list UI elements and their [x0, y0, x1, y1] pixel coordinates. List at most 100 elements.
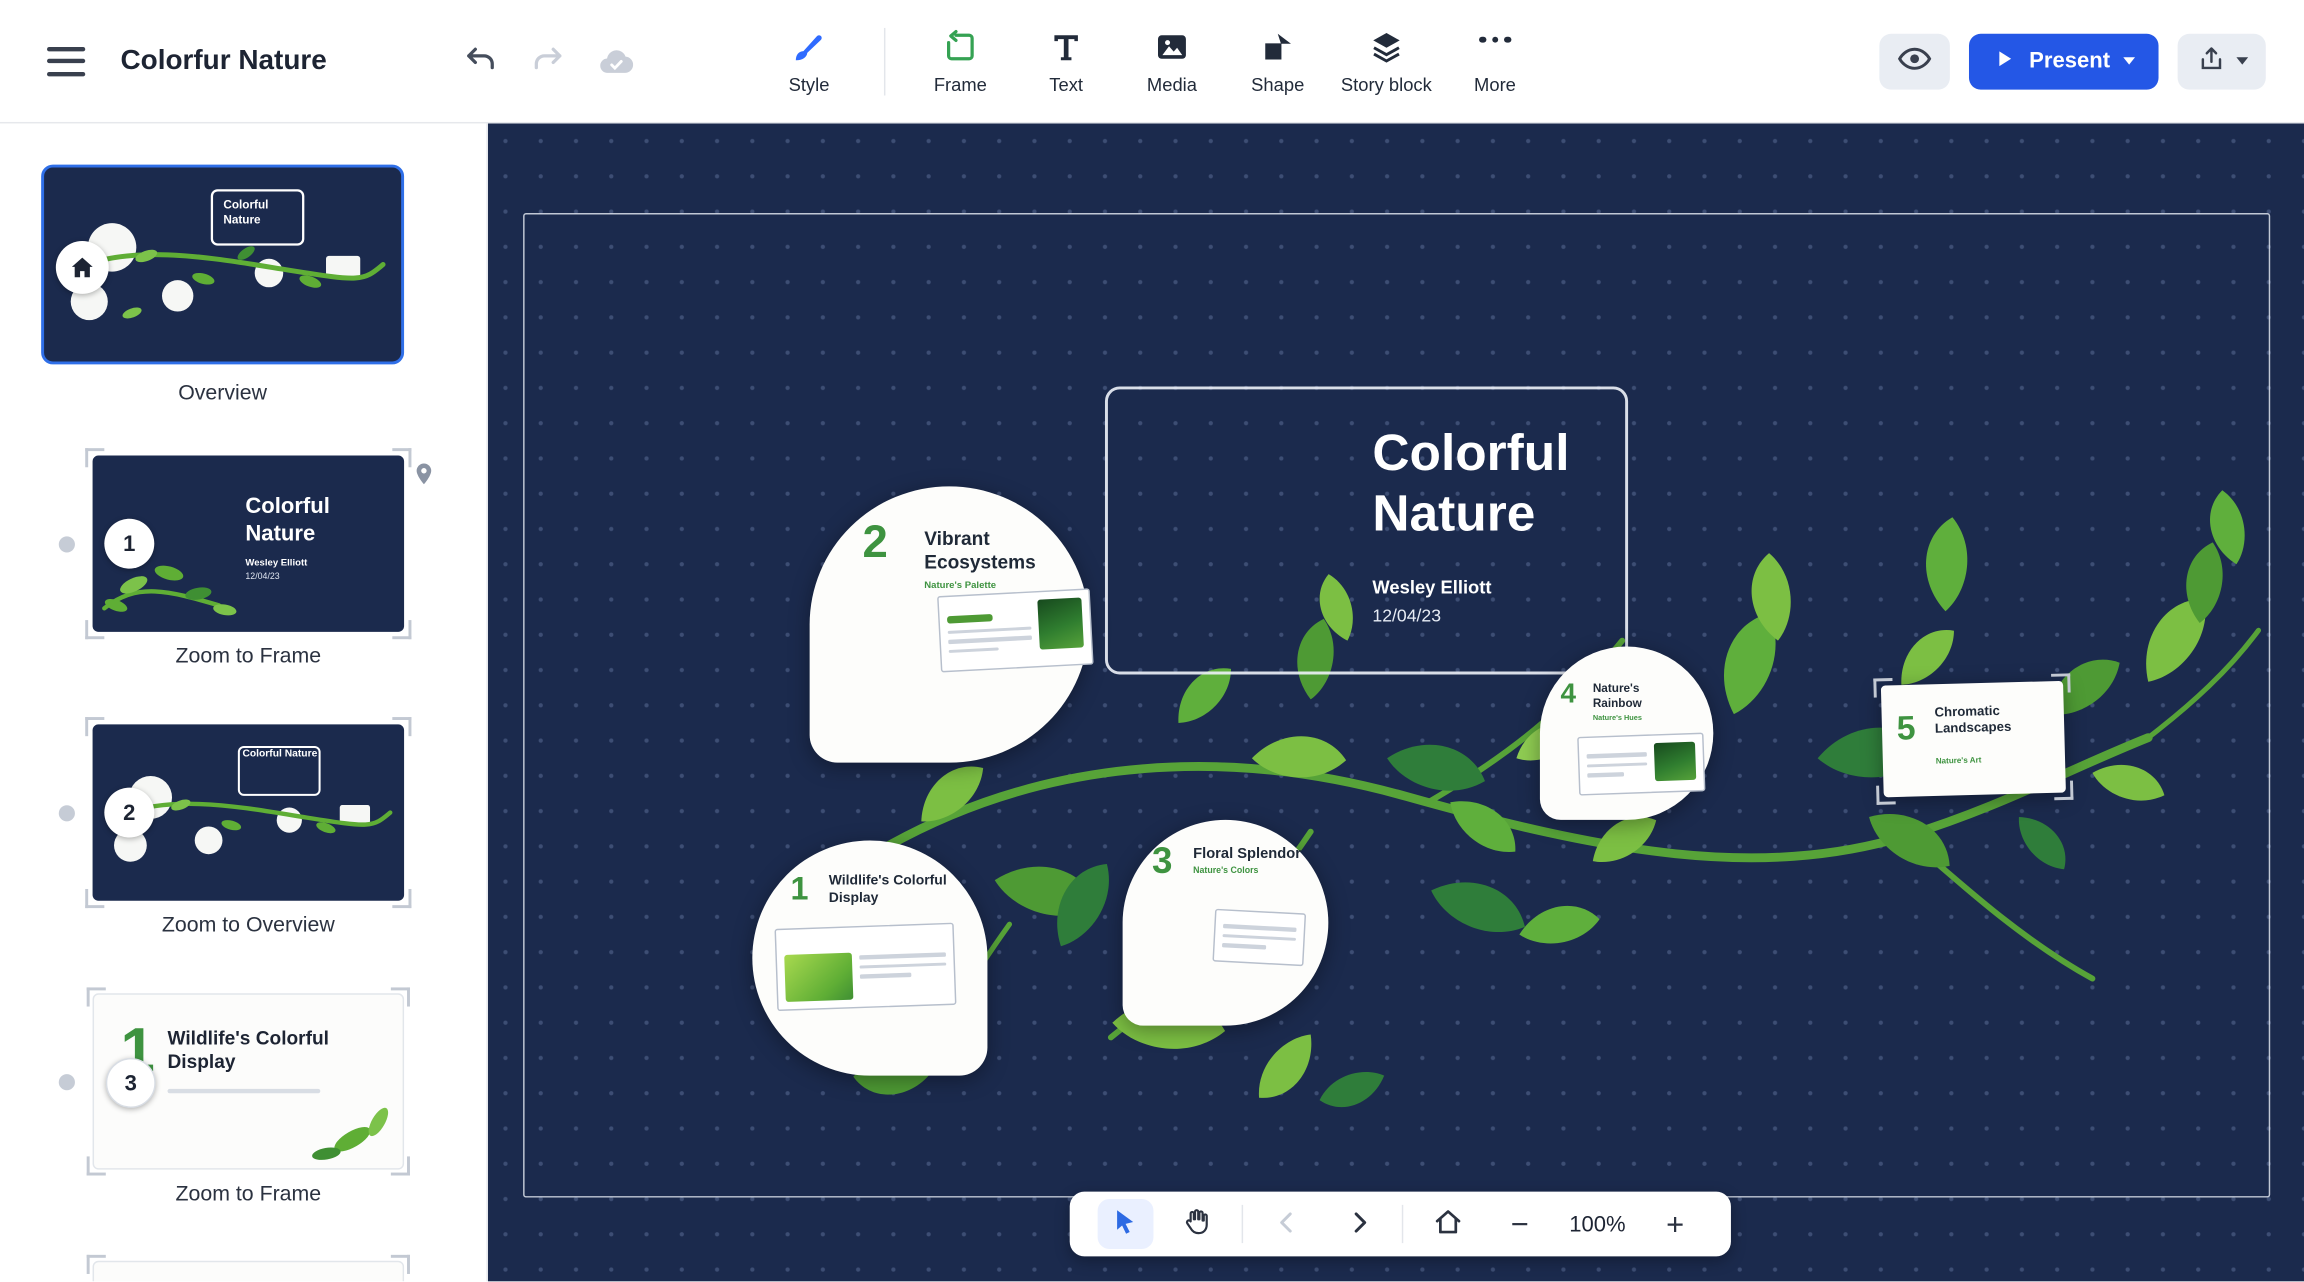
- topic-chromatic-landscapes[interactable]: 5 Chromatic Landscapes Nature's Art: [1881, 681, 2066, 797]
- play-icon: [1992, 46, 2016, 75]
- topic-floral-splendor[interactable]: 3 Floral Splendor Nature's Colors: [1123, 820, 1329, 1026]
- slide-3-action: Zoom to Frame: [93, 1183, 405, 1207]
- home-view-button[interactable]: [1420, 1199, 1476, 1249]
- nature-photo: [1037, 597, 1084, 649]
- next-step-button[interactable]: [1331, 1199, 1387, 1249]
- cloud-sync-icon: [597, 42, 635, 80]
- frame-icon: [943, 26, 978, 64]
- slide-3-thumb-title: Wildlife's Colorful Display: [168, 1027, 388, 1075]
- home-icon: [56, 241, 109, 294]
- path-dot: [59, 536, 75, 552]
- topic-vibrant-ecosystems[interactable]: 2 Vibrant Ecosystems Nature's Palette: [810, 486, 1089, 762]
- prezi-editor: Colorfur Nature Style: [0, 0, 2304, 1281]
- share-button[interactable]: [2178, 33, 2266, 89]
- slide-3-thumbnail[interactable]: 1 Wildlife's Colorful Display 3: [93, 993, 405, 1169]
- overview-label: Overview: [41, 382, 404, 406]
- preview-button[interactable]: [1879, 33, 1950, 89]
- topic-subslide-card[interactable]: [1577, 733, 1705, 796]
- slide-1-thumbnail[interactable]: Colorful Nature Wesley Elliott 12/04/23 …: [93, 456, 405, 632]
- slide-1-number-badge: 1: [104, 519, 154, 569]
- slide-3-number-badge: 3: [106, 1058, 156, 1108]
- topic-subslide-card[interactable]: [937, 588, 1094, 672]
- path-dot: [59, 805, 75, 821]
- tool-story-block[interactable]: Story block: [1341, 26, 1432, 95]
- tool-media[interactable]: Media: [1129, 26, 1214, 95]
- tool-more[interactable]: More: [1452, 26, 1537, 95]
- topic-natures-rainbow[interactable]: 4 Nature's Rainbow Nature's Hues: [1540, 647, 1713, 820]
- menu-button[interactable]: [47, 46, 85, 75]
- present-label: Present: [2029, 48, 2110, 73]
- document-title: Colorfur Nature: [120, 45, 326, 77]
- topic-title: Floral Splendor: [1193, 846, 1316, 864]
- chevron-left-icon: [1272, 1207, 1301, 1241]
- pan-tool-button[interactable]: [1169, 1199, 1225, 1249]
- topic-subtitle: Nature's Hues: [1593, 714, 1642, 723]
- slide-row-4: [0, 1261, 488, 1282]
- chevron-down-icon: [2236, 57, 2248, 64]
- title-frame[interactable]: Colorful Nature Wesley Elliott 12/04/23: [1105, 386, 1628, 674]
- tool-text[interactable]: Text: [1024, 26, 1109, 95]
- redo-button[interactable]: [530, 42, 568, 80]
- topic-number: 3: [1152, 840, 1172, 883]
- tool-media-label: Media: [1147, 75, 1197, 96]
- toolbar-divider: [884, 27, 885, 95]
- slide-4-thumbnail[interactable]: [93, 1261, 405, 1282]
- zoom-level: 100%: [1564, 1212, 1632, 1237]
- hand-icon: [1182, 1206, 1213, 1241]
- shape-icon: [1260, 26, 1295, 64]
- canvas-author: Wesley Elliott: [1372, 577, 1491, 598]
- topic-subtitle: Nature's Art: [1936, 757, 1982, 767]
- media-icon: [1154, 26, 1189, 64]
- tool-shape-label: Shape: [1251, 75, 1304, 96]
- story-block-icon: [1369, 26, 1404, 64]
- eye-icon: [1897, 41, 1932, 81]
- slide-2-number-badge: 2: [104, 788, 154, 838]
- zoom-in-button[interactable]: +: [1647, 1199, 1703, 1249]
- slides-sidebar: Colorful Nature Overview Colorful Nature: [0, 123, 488, 1281]
- text-icon: [1049, 26, 1084, 64]
- slide-1-thumb-date: 12/04/23: [245, 573, 279, 582]
- tool-story-block-label: Story block: [1341, 75, 1432, 96]
- present-button[interactable]: Present: [1969, 33, 2159, 89]
- tool-style[interactable]: Style: [766, 26, 851, 95]
- overview-thumbnail[interactable]: Colorful Nature: [41, 165, 404, 365]
- slide-1-action: Zoom to Frame: [93, 645, 405, 669]
- tool-frame[interactable]: Frame: [918, 26, 1003, 95]
- undo-button[interactable]: [462, 42, 500, 80]
- canvas-date: 12/04/23: [1372, 605, 1441, 626]
- nature-photo: [784, 953, 853, 1002]
- tool-frame-label: Frame: [934, 75, 987, 96]
- topic-subslide-card[interactable]: [774, 923, 956, 1011]
- zoom-out-button[interactable]: −: [1492, 1199, 1548, 1249]
- top-toolbar: Colorfur Nature Style: [0, 0, 2304, 123]
- chevron-right-icon: [1344, 1207, 1373, 1241]
- previous-step-button[interactable]: [1259, 1199, 1315, 1249]
- tool-more-label: More: [1474, 75, 1516, 96]
- canvas-nav-toolbar: − 100% +: [1070, 1192, 1731, 1257]
- slide-1-thumb-author: Wesley Elliott: [245, 558, 307, 568]
- topic-title: Chromatic Landscapes: [1934, 702, 2052, 738]
- tool-style-label: Style: [789, 75, 830, 96]
- select-tool-button[interactable]: [1097, 1199, 1153, 1249]
- topic-number: 5: [1896, 708, 1916, 748]
- slide-2-thumb-title: Colorful Nature: [242, 748, 318, 761]
- more-icon: [1479, 26, 1511, 64]
- presentation-canvas[interactable]: Colorful Nature Wesley Elliott 12/04/23 …: [488, 123, 2304, 1281]
- home-icon: [1432, 1206, 1463, 1241]
- export-icon: [2196, 44, 2225, 78]
- path-dot: [59, 1074, 75, 1090]
- slide-2-thumbnail[interactable]: Colorful Nature 2: [93, 724, 405, 900]
- topic-subtitle: Nature's Palette: [924, 580, 996, 590]
- slide-3-thumb-caption: [168, 1089, 321, 1093]
- topic-title: Vibrant Ecosystems: [924, 528, 1050, 576]
- topic-title: Wildlife's Colorful Display: [829, 873, 955, 908]
- topic-number: 2: [863, 516, 888, 569]
- tool-shape[interactable]: Shape: [1235, 26, 1320, 95]
- topic-wildlifes-colorful-display[interactable]: 1 Wildlife's Colorful Display: [752, 840, 987, 1075]
- canvas-title: Colorful Nature: [1372, 425, 1569, 545]
- topic-subslide-card[interactable]: [1212, 909, 1306, 967]
- slide-2-action: Zoom to Overview: [93, 914, 405, 938]
- header-actions: Present: [1879, 33, 2265, 89]
- history-group: [462, 42, 635, 80]
- slide-row-3: 1 Wildlife's Colorful Display 3 Zoom to …: [0, 993, 488, 1228]
